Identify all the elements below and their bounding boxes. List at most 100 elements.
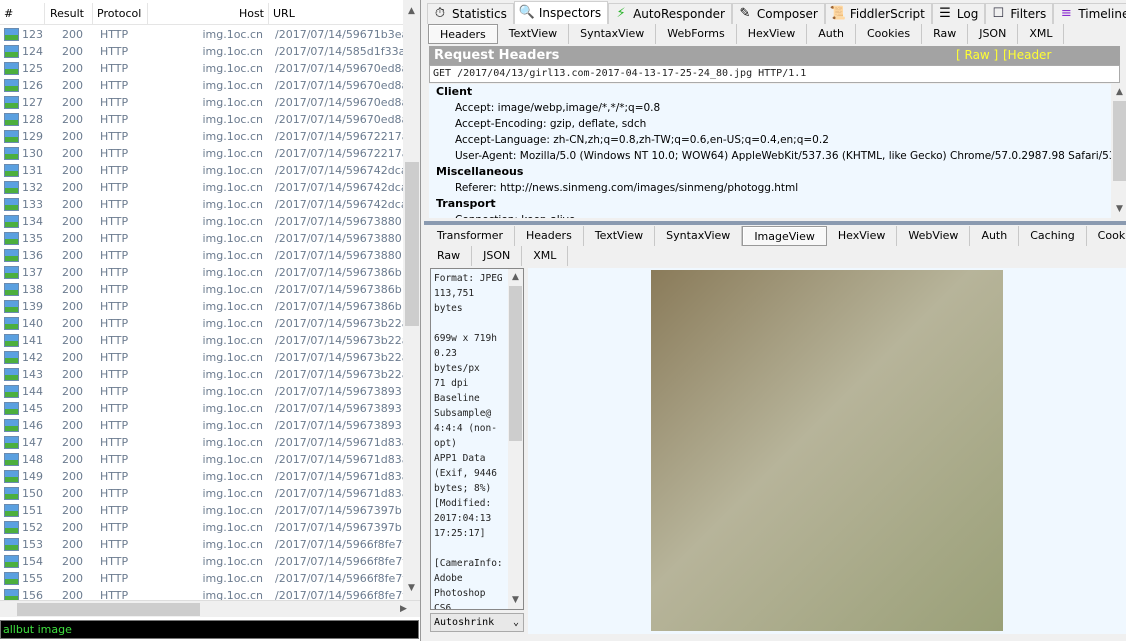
session-row[interactable]: 136 200 HTTP img.1oc.cn/2017/07/14/59673880… [0, 247, 403, 264]
tab-textview[interactable]: TextView [498, 24, 570, 44]
header-entry[interactable]: Referer: http://news.sinmeng.com/images/… [429, 180, 1126, 196]
zoom-mode-select[interactable]: Autoshrink ⌄ [430, 613, 524, 632]
tab-xml[interactable]: XML [522, 246, 569, 266]
header-group-transport[interactable]: Transport [429, 196, 1126, 212]
session-row[interactable]: 125 200 HTTP img.1oc.cn/2017/07/14/59670ed8… [0, 60, 403, 77]
column-result[interactable]: Result [45, 3, 93, 25]
session-row[interactable]: 152 200 HTTP img.1oc.cn/2017/07/14/5967397b… [0, 519, 403, 536]
tab-xml[interactable]: XML [1018, 24, 1065, 44]
scrollbar-thumb[interactable] [1113, 101, 1126, 181]
scroll-up-icon[interactable]: ▲ [508, 269, 523, 286]
tab-webforms[interactable]: WebForms [656, 24, 737, 44]
tab-syntaxview[interactable]: SyntaxView [655, 226, 743, 246]
session-row[interactable]: 138 200 HTTP img.1oc.cn/2017/07/14/5967386b… [0, 281, 403, 298]
session-row[interactable]: 144 200 HTTP img.1oc.cn/2017/07/14/59673893… [0, 383, 403, 400]
tab-textview[interactable]: TextView [584, 226, 656, 246]
session-row[interactable]: 155 200 HTTP img.1oc.cn/2017/07/14/5966f8fe… [0, 570, 403, 587]
session-row[interactable]: 127 200 HTTP img.1oc.cn/2017/07/14/59670ed8… [0, 94, 403, 111]
session-row[interactable]: 139 200 HTTP img.1oc.cn/2017/07/14/5967386b… [0, 298, 403, 315]
session-row[interactable]: 150 200 HTTP img.1oc.cn/2017/07/14/59671d83… [0, 485, 403, 502]
header-group-client[interactable]: Client [429, 84, 1126, 100]
session-row[interactable]: 126 200 HTTP img.1oc.cn/2017/07/14/59670ed8… [0, 77, 403, 94]
scroll-up-icon[interactable]: ▲ [1111, 84, 1126, 101]
tab-statistics[interactable]: ⏱ Statistics [427, 3, 514, 24]
tab-auth[interactable]: Auth [970, 226, 1020, 246]
vertical-scrollbar[interactable]: ▲ ▼ [403, 0, 420, 600]
session-row[interactable]: 140 200 HTTP img.1oc.cn/2017/07/14/59673b22… [0, 315, 403, 332]
tab-log[interactable]: ☰ Log [931, 3, 986, 24]
tab-webview[interactable]: WebView [897, 226, 971, 246]
session-row[interactable]: 156 200 HTTP img.1oc.cn/2017/07/14/5966f8fe… [0, 587, 403, 600]
quickexec-command-input[interactable]: allbut image [0, 620, 419, 639]
scroll-down-icon[interactable]: ▼ [1111, 201, 1126, 218]
tab-cookies[interactable]: Cookies [1087, 226, 1126, 246]
session-row[interactable]: 135 200 HTTP img.1oc.cn/2017/07/14/59673880… [0, 230, 403, 247]
column-url[interactable]: URL [269, 3, 403, 25]
tab-transformer[interactable]: Transformer [426, 226, 516, 246]
session-row[interactable]: 143 200 HTTP img.1oc.cn/2017/07/14/59673b22… [0, 366, 403, 383]
session-row[interactable]: 147 200 HTTP img.1oc.cn/2017/07/14/59671d83… [0, 434, 403, 451]
header-group-miscellaneous[interactable]: Miscellaneous [429, 164, 1126, 180]
session-row[interactable]: 151 200 HTTP img.1oc.cn/2017/07/14/5967397b… [0, 502, 403, 519]
splitter[interactable] [424, 221, 1126, 225]
tab-cookies[interactable]: Cookies [856, 24, 923, 44]
session-row[interactable]: 124 200 HTTP img.1oc.cn/2017/07/14/585d1f33… [0, 43, 403, 60]
header-entry[interactable]: Accept: image/webp,image/*,*/*;q=0.8 [429, 100, 1126, 116]
session-row[interactable]: 132 200 HTTP img.1oc.cn/2017/07/14/596742dc… [0, 179, 403, 196]
scroll-down-icon[interactable]: ▼ [403, 580, 420, 597]
tab-timeline[interactable]: ≡ Timeline [1053, 3, 1126, 24]
session-host: img.1oc.cn [202, 130, 263, 143]
session-row[interactable]: 134 200 HTTP img.1oc.cn/2017/07/14/59673880… [0, 213, 403, 230]
header-entry[interactable]: User-Agent: Mozilla/5.0 (Windows NT 10.0… [429, 148, 1126, 164]
session-row[interactable]: 133 200 HTTP img.1oc.cn/2017/07/14/596742dc… [0, 196, 403, 213]
tab-auth[interactable]: Auth [807, 24, 856, 44]
tab-fiddlerscript[interactable]: 📜 FiddlerScript [824, 3, 932, 24]
tab-headers[interactable]: Headers [428, 24, 498, 44]
scrollbar-thumb[interactable] [17, 603, 200, 616]
scrollbar-thumb[interactable] [509, 286, 522, 441]
session-row[interactable]: 131 200 HTTP img.1oc.cn/2017/07/14/596742dc… [0, 162, 403, 179]
header-entry[interactable]: Accept-Language: zh-CN,zh;q=0.8,zh-TW;q=… [429, 132, 1126, 148]
session-row[interactable]: 128 200 HTTP img.1oc.cn/2017/07/14/59670ed8… [0, 111, 403, 128]
horizontal-scrollbar[interactable]: ▶ [0, 600, 420, 617]
header-entry[interactable]: Connection: keep-alive [429, 212, 1126, 218]
tab-json[interactable]: JSON [472, 246, 523, 266]
tab-hexview[interactable]: HexView [827, 226, 898, 246]
session-row[interactable]: 145 200 HTTP img.1oc.cn/2017/07/14/59673893… [0, 400, 403, 417]
tab-raw[interactable]: Raw [922, 24, 969, 44]
vertical-scrollbar[interactable]: ▲ ▼ [1111, 84, 1126, 218]
scroll-right-icon[interactable]: ▶ [395, 601, 412, 618]
tab-syntaxview[interactable]: SyntaxView [569, 24, 657, 44]
tab-caching[interactable]: Caching [1019, 226, 1087, 246]
tab-imageview[interactable]: ImageView [742, 226, 827, 246]
session-row[interactable]: 130 200 HTTP img.1oc.cn/2017/07/14/59672217… [0, 145, 403, 162]
session-row[interactable]: 149 200 HTTP img.1oc.cn/2017/07/14/59671d83… [0, 468, 403, 485]
session-row[interactable]: 148 200 HTTP img.1oc.cn/2017/07/14/59671d83… [0, 451, 403, 468]
tab-composer[interactable]: ✎ Composer [731, 3, 825, 24]
scroll-up-icon[interactable]: ▲ [403, 3, 420, 20]
vertical-scrollbar[interactable]: ▲ ▼ [508, 269, 523, 609]
tab-headers[interactable]: Headers [515, 226, 584, 246]
image-file-icon [4, 79, 19, 92]
session-row[interactable]: 123 200 HTTP img.1oc.cn/2017/07/14/59671b3e… [0, 26, 403, 43]
tab-json[interactable]: JSON [968, 24, 1019, 44]
session-row[interactable]: 137 200 HTTP img.1oc.cn/2017/07/14/5967386b… [0, 264, 403, 281]
tab-raw[interactable]: Raw [426, 246, 473, 266]
raw-link[interactable]: [ Raw ] [956, 46, 998, 65]
session-row[interactable]: 146 200 HTTP img.1oc.cn/2017/07/14/59673893… [0, 417, 403, 434]
header-entry[interactable]: Accept-Encoding: gzip, deflate, sdch [429, 116, 1126, 132]
column-host[interactable]: Host [148, 3, 269, 25]
column-protocol[interactable]: Protocol [93, 3, 148, 25]
session-row[interactable]: 141 200 HTTP img.1oc.cn/2017/07/14/59673b22… [0, 332, 403, 349]
tab-autoresponder[interactable]: ⚡ AutoResponder [608, 3, 732, 24]
column-num[interactable]: # [0, 3, 45, 25]
session-row[interactable]: 153 200 HTTP img.1oc.cn/2017/07/14/5966f8fe… [0, 536, 403, 553]
scrollbar-thumb[interactable] [405, 162, 419, 326]
session-row[interactable]: 129 200 HTTP img.1oc.cn/2017/07/14/59672217… [0, 128, 403, 145]
session-row[interactable]: 142 200 HTTP img.1oc.cn/2017/07/14/59673b22… [0, 349, 403, 366]
session-row[interactable]: 154 200 HTTP img.1oc.cn/2017/07/14/5966f8fe… [0, 553, 403, 570]
tab-inspectors[interactable]: 🔍 Inspectors [513, 1, 609, 24]
scroll-down-icon[interactable]: ▼ [508, 592, 523, 609]
tab-hexview[interactable]: HexView [737, 24, 808, 44]
tab-filters[interactable]: ☐ Filters [985, 3, 1054, 24]
